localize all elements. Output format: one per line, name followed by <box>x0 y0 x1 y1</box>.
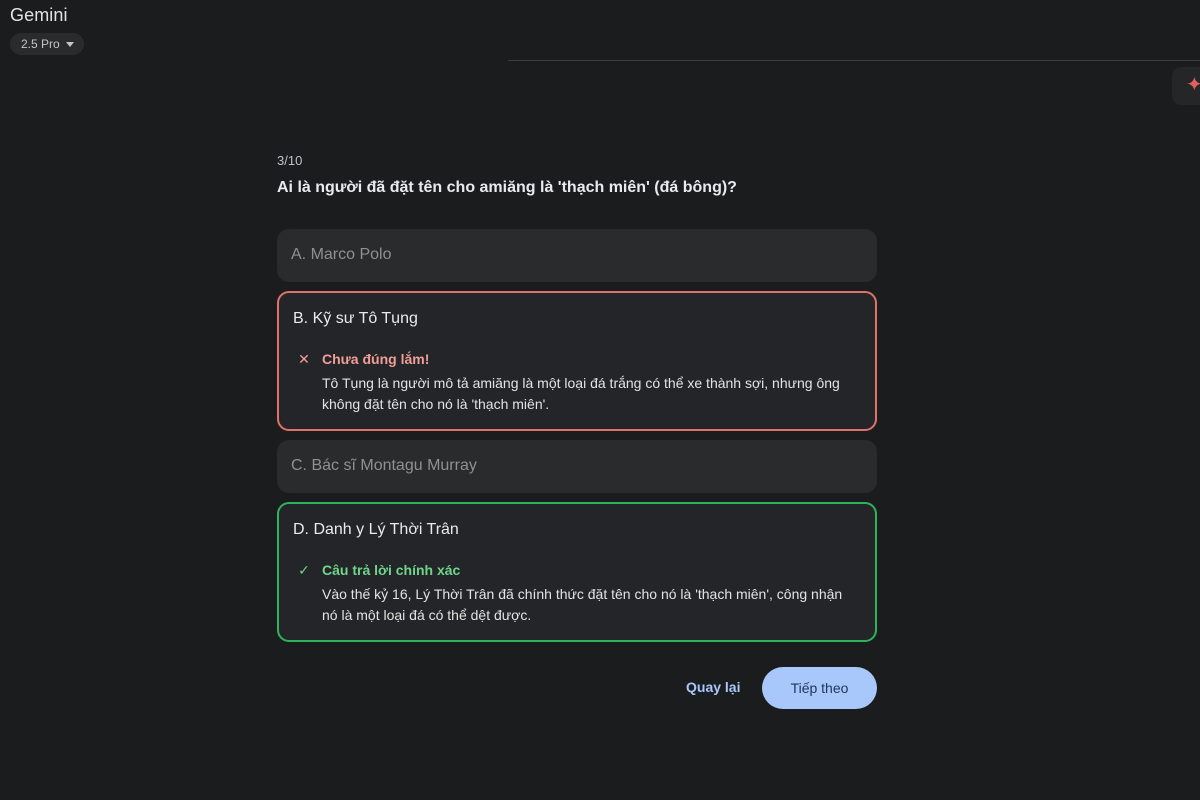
option-letter: B. <box>293 310 309 327</box>
option-text: Kỹ sư Tô Tụng <box>312 310 418 327</box>
feedback-incorrect: ✕ Chưa đúng lắm! Tô Tụng là người mô tả … <box>297 351 855 415</box>
feedback-correct: ✓ Câu trả lời chính xác Vào thế kỷ 16, L… <box>297 562 855 626</box>
back-button[interactable]: Quay lại <box>686 679 740 695</box>
option-letter: A. <box>291 246 307 263</box>
model-label: 2.5 Pro <box>21 37 60 51</box>
quiz-card: 3/10 Ai là người đã đặt tên cho amiăng l… <box>277 150 877 709</box>
option-text: Marco Polo <box>310 246 392 263</box>
feedback-text: Tô Tụng là người mô tả amiăng là một loạ… <box>322 375 840 412</box>
option-text: Danh y Lý Thời Trân <box>313 521 459 538</box>
close-icon: ✕ <box>298 351 310 367</box>
app-title: Gemini <box>10 5 68 25</box>
feedback-text: Vào thế kỷ 16, Lý Thời Trân đã chính thứ… <box>322 586 843 623</box>
feedback-title: Câu trả lời chính xác <box>322 562 461 578</box>
sparkle-icon: ✦ <box>1186 74 1200 96</box>
check-icon: ✓ <box>298 562 310 578</box>
quiz-progress: 3/10 <box>277 153 303 168</box>
option-letter: D. <box>293 521 309 538</box>
option-d[interactable]: D. Danh y Lý Thời Trân ✓ Câu trả lời chí… <box>277 502 877 642</box>
feedback-title: Chưa đúng lắm! <box>322 351 430 367</box>
option-letter: C. <box>291 457 307 474</box>
option-text: Bác sĩ Montagu Murray <box>311 457 477 474</box>
caret-down-icon <box>65 42 74 47</box>
divider <box>508 60 1200 61</box>
quiz-actions: Quay lại Tiếp theo <box>277 667 877 709</box>
option-b[interactable]: B. Kỹ sư Tô Tụng ✕ Chưa đúng lắm! Tô Tụn… <box>277 291 877 431</box>
option-c[interactable]: C. Bác sĩ Montagu Murray <box>277 440 877 493</box>
option-a[interactable]: A. Marco Polo <box>277 229 877 282</box>
sparkle-button[interactable]: ✦ <box>1172 67 1200 105</box>
quiz-question: Ai là người đã đặt tên cho amiăng là 'th… <box>277 179 737 196</box>
model-selector[interactable]: 2.5 Pro <box>10 33 84 55</box>
next-button[interactable]: Tiếp theo <box>762 667 877 709</box>
